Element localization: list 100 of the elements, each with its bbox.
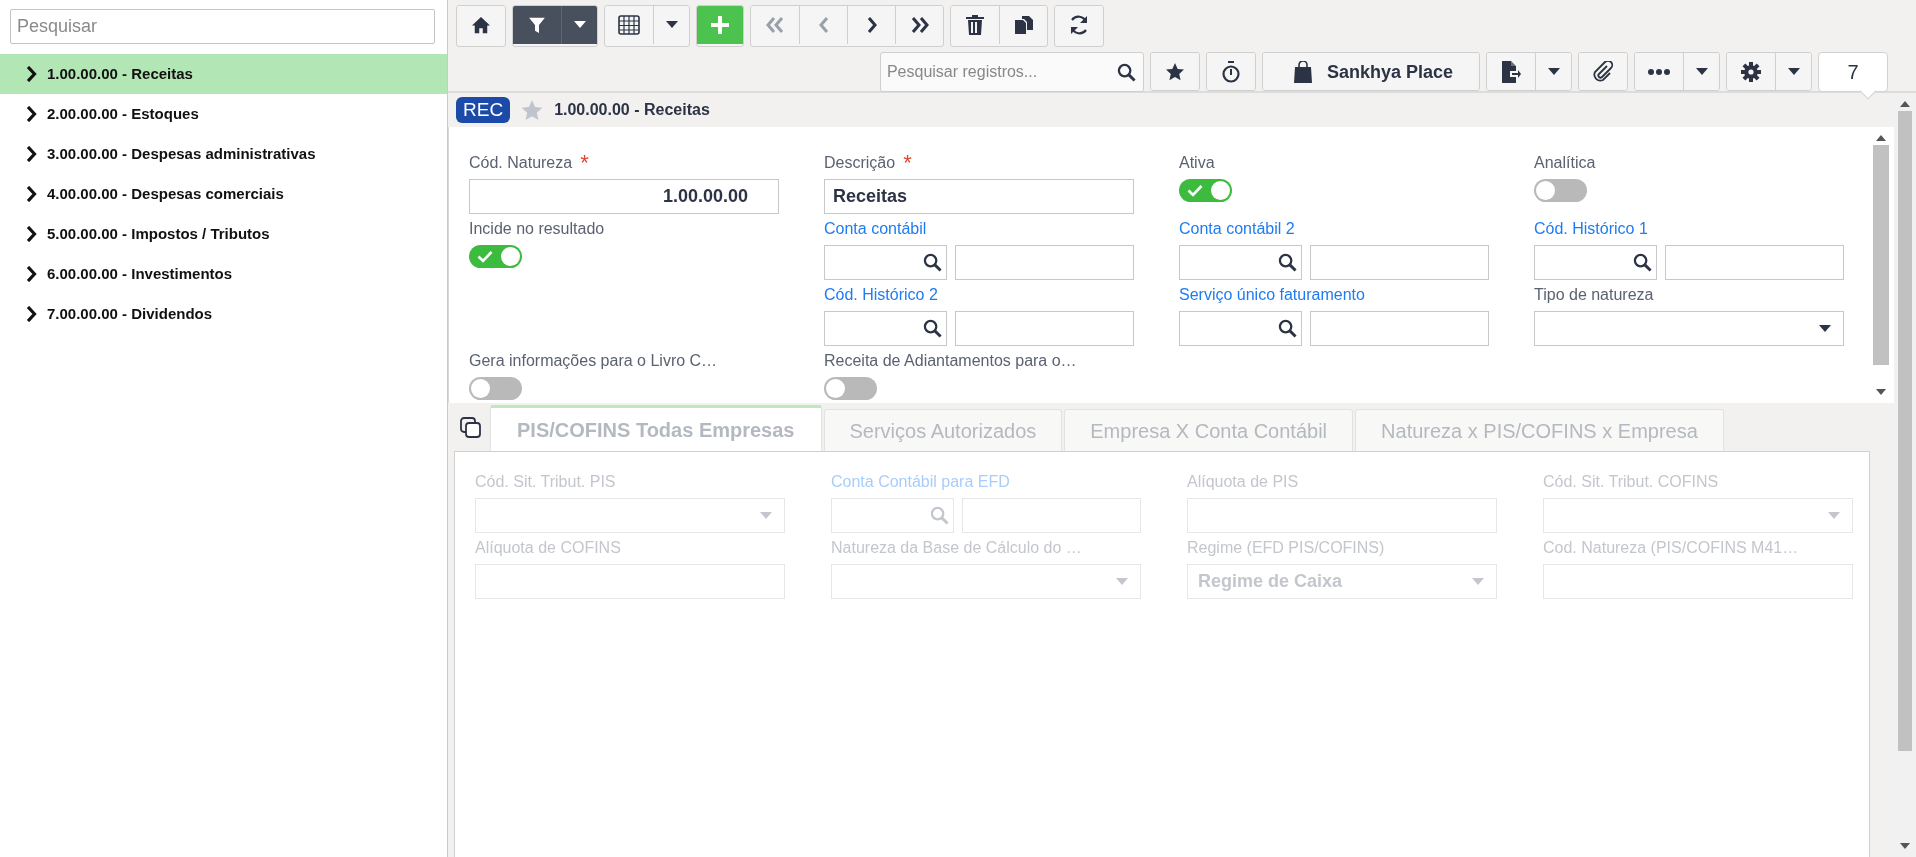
lookup-field[interactable] [1179,245,1302,280]
tree-item[interactable]: 6.00.00.00 - Investimentos [0,254,447,294]
caret-icon [1472,577,1484,586]
store-button[interactable]: Sankhya Place [1262,53,1479,90]
gear-icon [1741,62,1761,82]
field-label: Alíquota de COFINS [475,538,621,558]
toggle-switch[interactable] [824,377,877,400]
caret-icon [665,21,678,29]
search-icon [1278,319,1297,338]
field-label: Receita de Adiantamentos para o… [824,351,1077,371]
favorite-button[interactable] [1150,53,1199,90]
search-icon [923,319,942,338]
shopping-bag-icon [1292,61,1313,83]
chevron-right-icon [26,266,37,282]
field-link[interactable]: Cód. Histórico 1 [1534,217,1648,241]
chevron-right-icon [26,306,37,322]
caret-icon [573,21,586,29]
field-label: Alíquota de PIS [1187,472,1299,492]
tree-item[interactable]: 3.00.00.00 - Despesas administrativas [0,134,447,174]
refresh-icon [1068,14,1090,36]
tree-item-label: 5.00.00.00 - Impostos / Tributos [47,223,270,244]
field-label: Cód. Sit. Tribut. PIS [475,472,616,492]
toggle-switch[interactable] [469,377,522,400]
duplicate-button[interactable] [999,6,1047,44]
chevron-right-icon [865,16,878,34]
filter-button[interactable] [513,6,561,44]
scroll-down-arrow-icon [1876,389,1886,395]
tree-item-label: 7.00.00.00 - Dividendos [47,303,213,324]
search-icon [1116,63,1136,82]
field-label: Natureza da Base de Cálculo do … [831,538,1082,558]
tree-item[interactable]: 2.00.00.00 - Estoques [0,94,447,134]
double-chevron-right-icon [909,16,930,34]
toggle-switch[interactable] [1534,179,1587,202]
lookup-field[interactable] [824,311,947,346]
search-field[interactable]: Pesquisar [10,9,435,44]
plus-icon [710,15,730,35]
lookup-field[interactable] [1534,245,1657,280]
field-label: Gera informações para o Livro C… [469,351,718,371]
chevron-left-icon [817,16,830,34]
search-icon [1633,253,1652,272]
description-field[interactable] [1310,245,1489,280]
tree-item[interactable]: 5.00.00.00 - Impostos / Tributos [0,214,447,254]
caret-icon [1787,68,1800,76]
field-label: Tipo de natureza [1534,285,1654,305]
field-label: Regime (EFD PIS/COFINS) [1187,538,1385,558]
toggle-switch[interactable] [469,245,522,268]
paperclip-icon [1592,61,1614,83]
search-icon [923,253,942,272]
tree-item[interactable]: 4.00.00.00 - Despesas comerciais [0,174,447,214]
field-link[interactable]: Conta contábil 2 [1179,217,1295,241]
add-button[interactable] [697,6,743,44]
search-icon [930,506,949,525]
records-search-field[interactable]: Pesquisar registros... [879,52,1144,92]
field-label: Ativa [1179,153,1215,173]
check-icon [477,250,493,263]
field-label: Cód. Sit. Tribut. COFINS [1543,472,1719,492]
tree-item-label: 4.00.00.00 - Despesas comerciais [47,183,284,204]
required-asterisk: * [580,156,589,170]
field-label: Analítica [1534,153,1596,173]
tree-item-label: 6.00.00.00 - Investimentos [47,263,233,284]
scroll-up-arrow-icon [1876,135,1886,141]
scroll-up-arrow-icon [1900,101,1910,107]
record-title: 1.00.00.00 - Receitas [554,100,710,120]
scroll-down-arrow-icon [1900,843,1910,849]
record-badge: REC [456,97,511,123]
chevron-right-icon [26,146,37,162]
description-field[interactable] [1310,311,1489,346]
field-label: Cód. Natureza [469,153,573,173]
table-icon [618,15,640,35]
dropdown-field[interactable] [1534,311,1844,346]
tree-item[interactable]: 7.00.00.00 - Dividendos [0,294,447,334]
tree-item[interactable]: 1.00.00.00 - Receitas [0,54,447,94]
field-link[interactable]: Conta contábil [824,217,927,241]
search-icon [1278,253,1297,272]
description-field[interactable] [955,311,1134,346]
description-field[interactable] [1665,245,1844,280]
chevron-right-icon [26,226,37,242]
required-asterisk: * [903,156,912,170]
last-record-button[interactable] [895,6,943,44]
dropdown-button[interactable] [561,6,597,44]
lookup-field[interactable] [824,245,947,280]
field-link[interactable]: Cód. Histórico 2 [824,283,938,307]
copy-icon [1013,15,1034,35]
filter-icon [528,15,546,35]
field-link[interactable]: Serviço único faturamento [1179,283,1365,307]
chevron-right-icon [26,106,37,122]
stopwatch-icon [1220,61,1241,83]
lookup-field[interactable] [1179,311,1302,346]
description-field[interactable] [955,245,1134,280]
timer-button[interactable] [1206,53,1255,90]
attachment-button[interactable] [1579,53,1627,90]
copy-icon [460,417,482,439]
tree-item-label: 3.00.00.00 - Despesas administrativas [47,143,316,164]
field-label: Cod. Natureza (PIS/COFINS M41… [1543,538,1799,558]
toggle-switch[interactable] [1179,179,1232,202]
text-field[interactable]: Receitas [824,179,1134,214]
caret-icon [1819,324,1831,333]
more-dots-icon [1648,69,1670,75]
tree-item-label: 2.00.00.00 - Estoques [47,103,199,124]
text-field[interactable]: 1.00.00.00 [469,179,779,214]
